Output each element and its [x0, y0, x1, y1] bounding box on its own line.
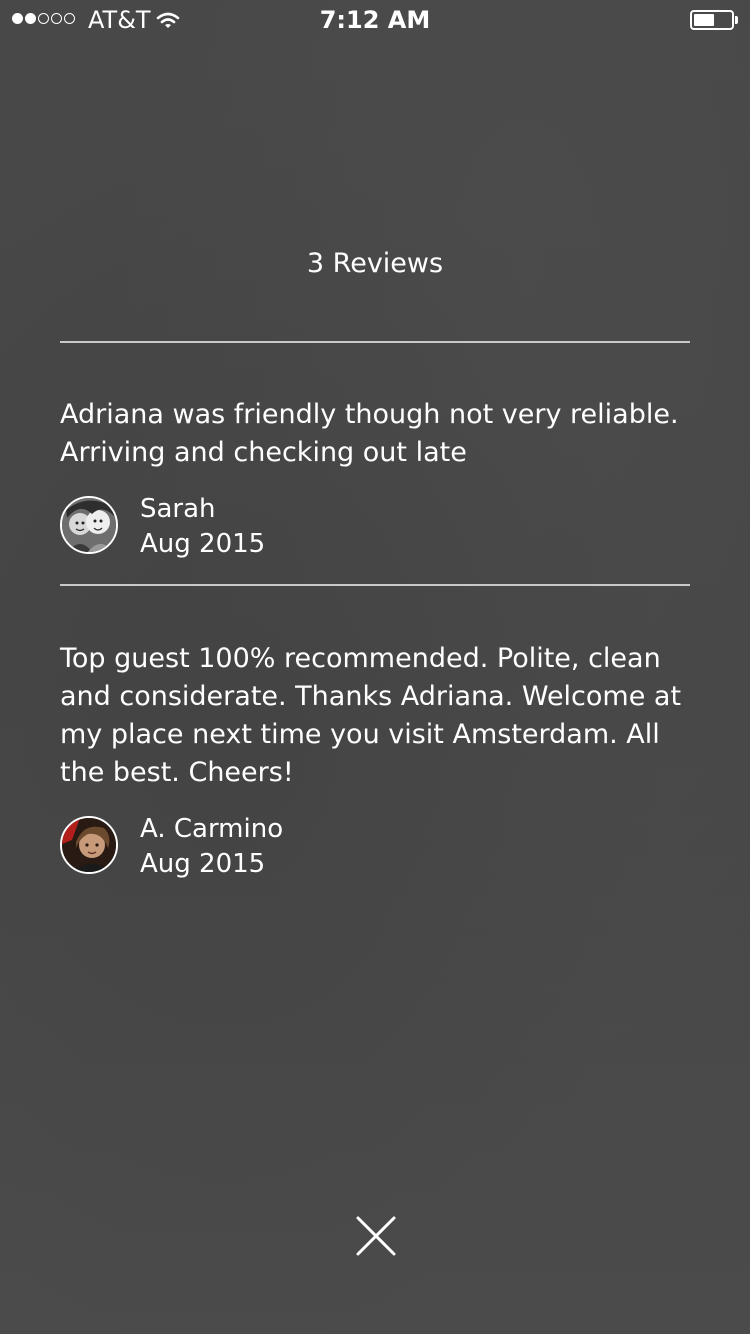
close-button[interactable] [355, 1215, 397, 1257]
divider [60, 341, 690, 343]
review-date: Aug 2015 [140, 849, 266, 879]
battery-level [694, 14, 714, 26]
review-author: Sarah [140, 494, 216, 524]
review-text: Top guest 100% recommended. Polite, clea… [60, 643, 682, 788]
close-icon [356, 1216, 396, 1256]
battery-tip [735, 16, 738, 24]
review-author: A. Carmino [140, 814, 284, 844]
avatar[interactable] [60, 496, 118, 554]
review-text: Adriana was friendly though not very rel… [60, 399, 679, 468]
battery-icon [690, 10, 734, 30]
review-date: Aug 2015 [140, 529, 266, 559]
status-bar: AT&T 7:12 AM [0, 0, 750, 40]
reviews-title: 3 Reviews [306, 248, 444, 279]
status-time: 7:12 AM [319, 6, 431, 34]
divider [60, 584, 690, 586]
avatar[interactable] [60, 816, 118, 874]
